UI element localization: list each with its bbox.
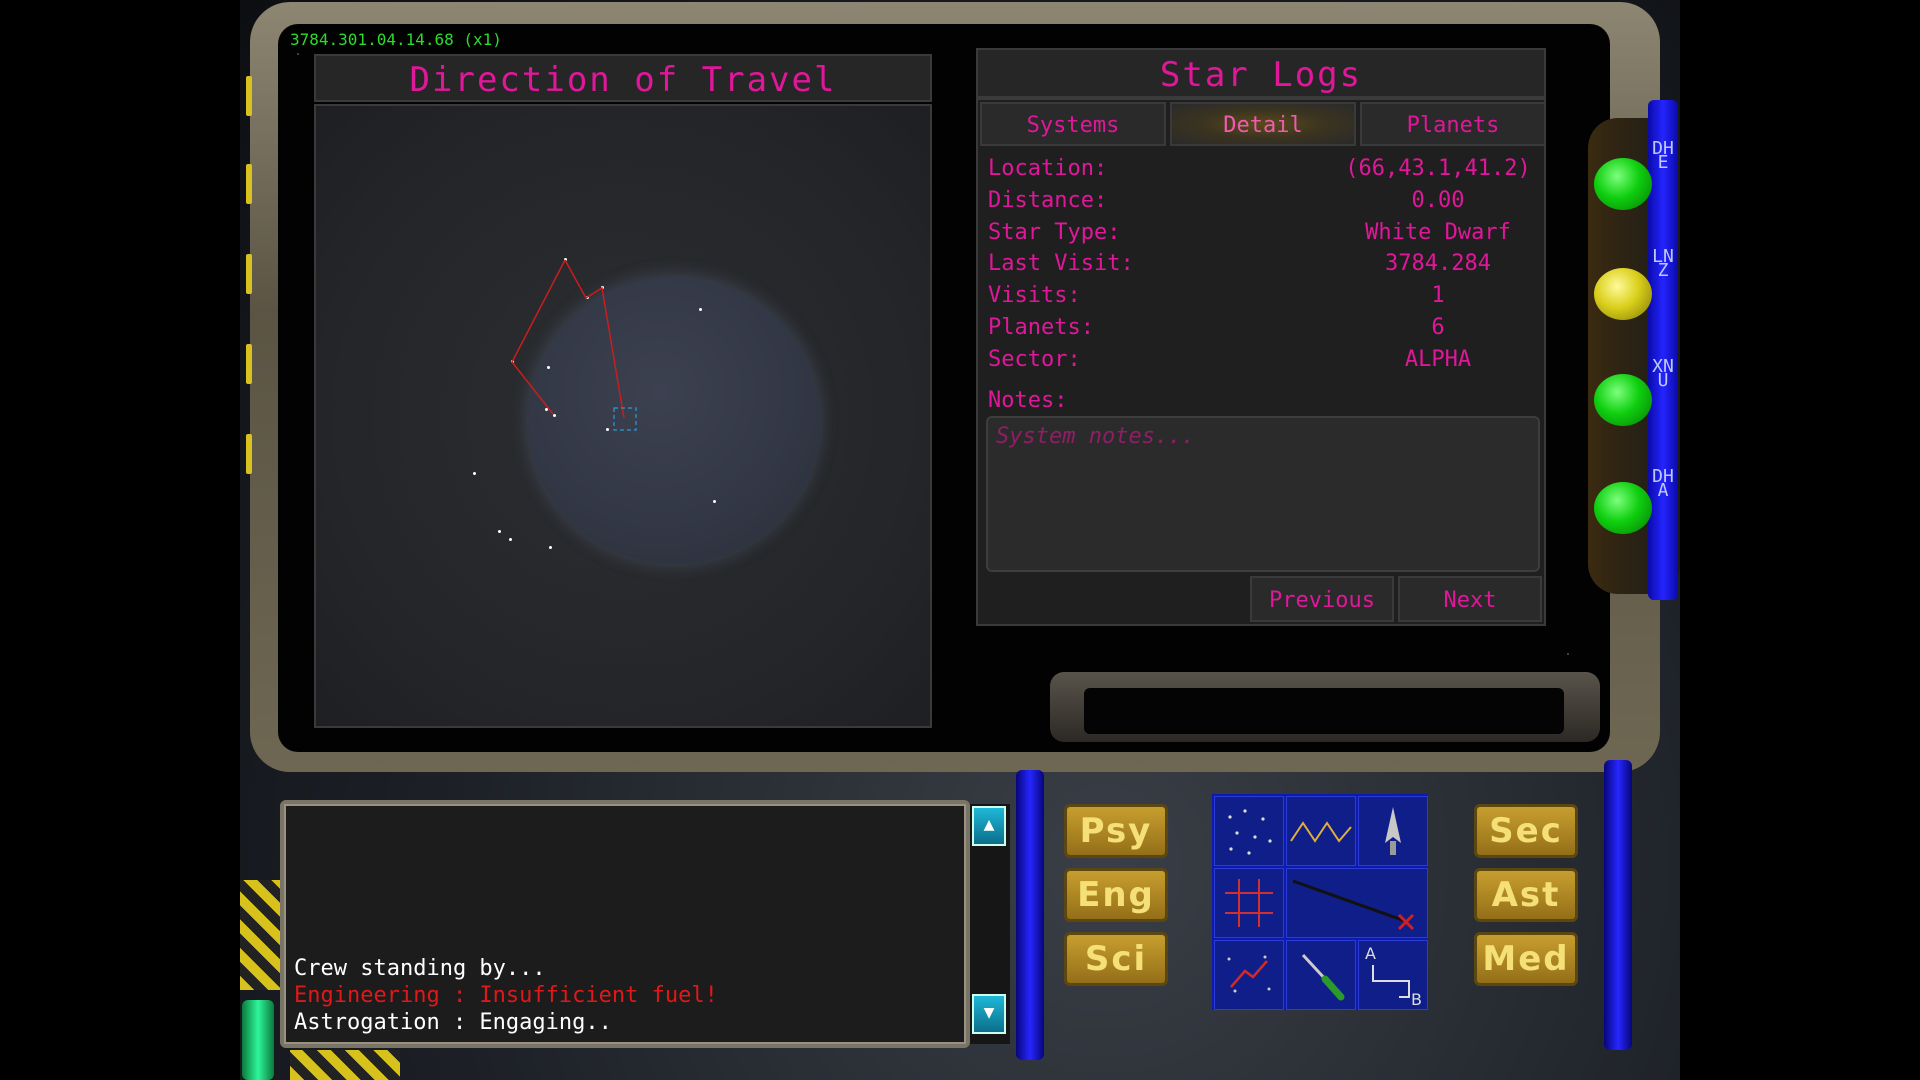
star-type-value: White Dwarf	[1365, 220, 1511, 245]
target-grid-icon[interactable]	[1214, 868, 1284, 938]
sector-value: ALPHA	[1404, 347, 1472, 372]
tool-grid: AB	[1212, 794, 1428, 1010]
fuel-tank	[242, 1000, 274, 1080]
status-light-green	[1594, 482, 1652, 534]
star-logs-title: Star Logs	[976, 48, 1546, 98]
scroll-up-button[interactable]: ▲	[972, 806, 1006, 846]
visits-value: 1	[1431, 283, 1445, 308]
frame-tick	[246, 434, 252, 474]
distance-label: Distance:	[988, 188, 1108, 213]
officer-med-button[interactable]: Med	[1474, 932, 1578, 986]
rail-glyph: XNU	[1652, 356, 1674, 391]
sector-label: Sector:	[988, 347, 1081, 372]
distance-value: 0.00	[1411, 188, 1465, 213]
location-label: Location:	[988, 156, 1108, 181]
officer-ast-button[interactable]: Ast	[1474, 868, 1578, 922]
officer-psy-button[interactable]: Psy	[1064, 804, 1168, 858]
last-visit-value: 3784.284	[1385, 251, 1491, 276]
planets-value: 6	[1431, 315, 1445, 340]
route-end-letter: B	[1411, 990, 1422, 1009]
planets-label: Planets:	[988, 315, 1094, 340]
status-light-green	[1594, 158, 1652, 210]
blue-rail	[1604, 760, 1632, 1050]
notes-label: Notes:	[988, 388, 1068, 413]
star-type-label: Star Type:	[988, 220, 1121, 245]
stardate-stamp: 3784.301.04.14.68 (x1)	[290, 30, 502, 49]
direction-title: Direction of Travel	[314, 54, 932, 102]
scanner-display	[1084, 688, 1564, 734]
message-line: Crew standing by...	[294, 956, 546, 981]
travel-route	[511, 259, 637, 431]
route-start-letter: A	[1365, 944, 1376, 963]
rail-glyph: DHE	[1652, 138, 1674, 173]
location-value: (66,43.1,41.2)	[1345, 156, 1531, 181]
ship-icon[interactable]	[1358, 796, 1428, 866]
star-logs-panel: Systems Detail Planets Location: (66,43.…	[976, 98, 1546, 626]
wave-icon[interactable]	[1286, 796, 1356, 866]
officer-sec-button[interactable]: Sec	[1474, 804, 1578, 858]
status-light-green	[1594, 374, 1652, 426]
frame-tick	[246, 76, 252, 116]
officer-sci-button[interactable]: Sci	[1064, 932, 1168, 986]
blue-rail	[1016, 770, 1044, 1060]
message-line: Astrogation : Engaging..	[294, 1010, 612, 1035]
ab-route-icon[interactable]: AB	[1358, 940, 1428, 1010]
status-light-yellow	[1594, 268, 1652, 320]
direction-view[interactable]	[314, 104, 932, 728]
frame-tick	[246, 164, 252, 204]
officer-eng-button[interactable]: Eng	[1064, 868, 1168, 922]
tab-planets[interactable]: Planets	[1360, 102, 1546, 146]
visits-label: Visits:	[988, 283, 1081, 308]
rail-glyph: DHA	[1652, 466, 1674, 501]
scroll-down-button[interactable]: ▼	[972, 994, 1006, 1034]
previous-button[interactable]: Previous	[1250, 576, 1394, 622]
message-log: Crew standing by... Engineering : Insuff…	[284, 804, 966, 1044]
last-visit-label: Last Visit:	[988, 251, 1134, 276]
message-line: Engineering : Insufficient fuel!	[294, 983, 718, 1008]
tab-detail[interactable]: Detail	[1170, 102, 1356, 146]
hazard-stripes	[290, 1050, 400, 1080]
rail-glyph: LNZ	[1652, 246, 1674, 281]
frame-tick	[246, 344, 252, 384]
tab-systems[interactable]: Systems	[980, 102, 1166, 146]
notes-field[interactable]: System notes...	[986, 416, 1540, 572]
repair-icon[interactable]	[1286, 940, 1356, 1010]
next-button[interactable]: Next	[1398, 576, 1542, 622]
scan-icon[interactable]	[1214, 940, 1284, 1010]
frame-tick	[246, 254, 252, 294]
hazard-stripes	[240, 880, 280, 990]
course-line-icon[interactable]	[1286, 868, 1428, 938]
starfield-icon[interactable]	[1214, 796, 1284, 866]
